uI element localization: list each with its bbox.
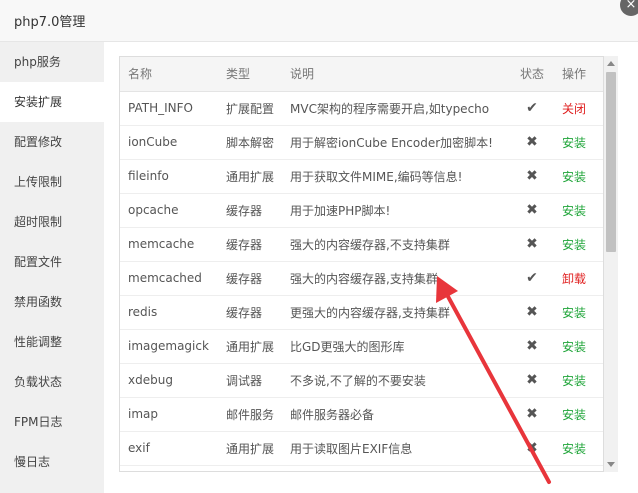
ext-desc: MVC架构的程序需要开启,如typecho [282,91,510,126]
header-name: 名称 [120,57,218,92]
ext-name: opcache [120,193,218,228]
table-row: imagemagick 通用扩展 比GD更强大的图形库 ✖ 安装 [120,329,603,364]
table-row: xdebug 调试器 不多说,不了解的不要安装 ✖ 安装 [120,363,603,398]
ext-type: 脚本解密 [218,125,282,160]
php-manager-dialog: php7.0管理 × php服务 安装扩展 配置修改 上传限制 超时限制 配置文件 禁用函数… [0,0,638,493]
scroll-thumb[interactable] [606,72,616,252]
table-row: imap 邮件服务 邮件服务器必备 ✖ 安装 [120,397,603,432]
ext-type: 通用扩展 [218,431,282,466]
sidebar-item-10[interactable]: 慢日志 [0,442,104,482]
scroll-down-arrow-icon[interactable] [607,462,615,467]
sidebar-item-7[interactable]: 性能调整 [0,322,104,362]
status-not-installed-icon: ✖ [510,125,554,160]
table-row: PATH_INFO 扩展配置 MVC架构的程序需要开启,如typecho ✔ 关闭 [120,91,603,126]
sidebar-menu: php服务 安装扩展 配置修改 上传限制 超时限制 配置文件 禁用函数 性能调整 负载状态 FPM… [0,42,104,493]
extensions-table: 名称 类型 说明 状态 操作 PATH_INFO 扩展配置 MVC架构的程序需要开启… [120,57,603,466]
action-button[interactable]: 安装 [554,125,603,160]
extensions-panel: 名称 类型 说明 状态 操作 PATH_INFO 扩展配置 MVC架构的程序需要开启… [104,42,638,493]
sidebar-item-0[interactable]: php服务 [0,42,104,82]
table-row: exif 通用扩展 用于读取图片EXIF信息 ✖ 安装 [120,431,603,466]
title-bar: php7.0管理 × [0,0,638,42]
header-status: 状态 [510,57,554,92]
ext-desc: 用于获取文件MIME,编码等信息! [282,159,510,194]
table-row: memcached 缓存器 强大的内容缓存器,支持集群 ✔ 卸载 [120,261,603,296]
ext-name: redis [120,295,218,330]
table-row: redis 缓存器 更强大的内容缓存器,支持集群 ✖ 安装 [120,295,603,330]
ext-desc: 用于解密ionCube Encoder加密脚本! [282,125,510,160]
ext-type: 缓存器 [218,261,282,296]
table-scrollbar[interactable] [604,56,618,472]
ext-type: 通用扩展 [218,159,282,194]
table-header-row: 名称 类型 说明 状态 操作 [120,57,603,92]
action-button[interactable]: 安装 [554,227,603,262]
ext-desc: 强大的内容缓存器,支持集群 [282,261,510,296]
ext-desc: 强大的内容缓存器,不支持集群 [282,227,510,262]
ext-desc: 更强大的内容缓存器,支持集群 [282,295,510,330]
ext-name: exif [120,431,218,466]
sidebar-item-6[interactable]: 禁用函数 [0,282,104,322]
ext-name: ionCube [120,125,218,160]
ext-name: fileinfo [120,159,218,194]
dialog-title: php7.0管理 [14,15,86,30]
sidebar-item-4[interactable]: 超时限制 [0,202,104,242]
ext-name: xdebug [120,363,218,398]
ext-desc: 用于读取图片EXIF信息 [282,431,510,466]
action-button[interactable]: 安装 [554,397,603,432]
ext-type: 调试器 [218,363,282,398]
ext-name: memcached [120,261,218,296]
scroll-up-arrow-icon[interactable] [607,61,615,66]
sidebar-item-8[interactable]: 负载状态 [0,362,104,402]
ext-type: 扩展配置 [218,91,282,126]
status-not-installed-icon: ✖ [510,159,554,194]
action-button[interactable]: 安装 [554,159,603,194]
action-button[interactable]: 关闭 [554,91,603,126]
status-not-installed-icon: ✖ [510,193,554,228]
ext-type: 缓存器 [218,193,282,228]
ext-desc: 比GD更强大的图形库 [282,329,510,364]
sidebar-item-1[interactable]: 安装扩展 [0,82,104,122]
action-button[interactable]: 安装 [554,363,603,398]
sidebar-item-5[interactable]: 配置文件 [0,242,104,282]
action-button[interactable]: 安装 [554,193,603,228]
action-button[interactable]: 安装 [554,329,603,364]
ext-type: 通用扩展 [218,329,282,364]
table-row: memcache 缓存器 强大的内容缓存器,不支持集群 ✖ 安装 [120,227,603,262]
close-icon[interactable]: × [620,0,638,16]
ext-name: PATH_INFO [120,91,218,126]
ext-name: imap [120,397,218,432]
ext-desc: 不多说,不了解的不要安装 [282,363,510,398]
ext-name: imagemagick [120,329,218,364]
status-not-installed-icon: ✖ [510,329,554,364]
status-not-installed-icon: ✖ [510,295,554,330]
header-type: 类型 [218,57,282,92]
status-not-installed-icon: ✖ [510,397,554,432]
status-not-installed-icon: ✖ [510,431,554,466]
status-not-installed-icon: ✖ [510,363,554,398]
table-row: ionCube 脚本解密 用于解密ionCube Encoder加密脚本! ✖ 安装 [120,125,603,160]
header-action: 操作 [554,57,603,92]
action-button[interactable]: 卸载 [554,261,603,296]
table-row: opcache 缓存器 用于加速PHP脚本! ✖ 安装 [120,193,603,228]
action-button[interactable]: 安装 [554,431,603,466]
table-row: fileinfo 通用扩展 用于获取文件MIME,编码等信息! ✖ 安装 [120,159,603,194]
ext-type: 缓存器 [218,227,282,262]
action-button[interactable]: 安装 [554,295,603,330]
sidebar-item-9[interactable]: FPM日志 [0,402,104,442]
ext-desc: 邮件服务器必备 [282,397,510,432]
status-installed-icon: ✔ [510,261,554,296]
ext-type: 邮件服务 [218,397,282,432]
ext-type: 缓存器 [218,295,282,330]
sidebar-item-2[interactable]: 配置修改 [0,122,104,162]
status-not-installed-icon: ✖ [510,227,554,262]
extensions-table-container: 名称 类型 说明 状态 操作 PATH_INFO 扩展配置 MVC架构的程序需要开启… [119,56,604,472]
status-installed-icon: ✔ [510,91,554,126]
header-desc: 说明 [282,57,510,92]
sidebar-item-3[interactable]: 上传限制 [0,162,104,202]
ext-desc: 用于加速PHP脚本! [282,193,510,228]
ext-name: memcache [120,227,218,262]
